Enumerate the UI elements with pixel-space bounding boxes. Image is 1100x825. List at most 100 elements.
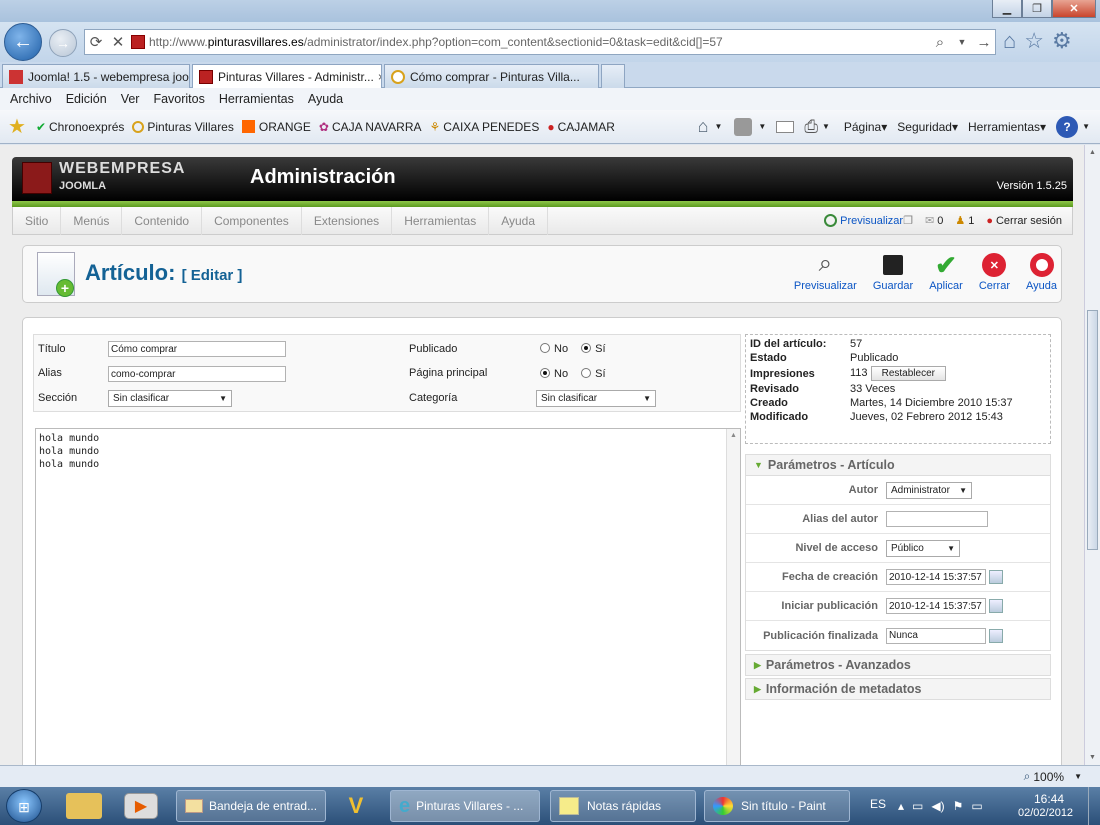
menu-favoritos[interactable]: Favoritos bbox=[153, 92, 204, 106]
alias-input[interactable] bbox=[108, 366, 286, 382]
iniciar-publicacion-input[interactable] bbox=[886, 598, 986, 614]
search-icon[interactable]: ⌕ bbox=[929, 34, 951, 51]
gear-icon[interactable]: ⚙ bbox=[1052, 28, 1072, 54]
preview-link[interactable]: Previsualizar bbox=[840, 215, 903, 227]
admin-menu-herramientas[interactable]: Herramientas bbox=[392, 206, 490, 235]
publicado-si-radio[interactable] bbox=[581, 343, 592, 353]
taskbar-item-ie[interactable]: e Pinturas Villares - ... bbox=[390, 790, 540, 822]
favorite-caixa-penedes[interactable]: ⚘ CAIXA PENEDES bbox=[430, 120, 540, 134]
chevron-down-icon[interactable]: ▼ bbox=[714, 122, 722, 131]
params-article-header[interactable]: ▼ Parámetros - Artículo bbox=[745, 454, 1051, 476]
go-arrow-icon[interactable]: → bbox=[973, 34, 995, 51]
chevron-up-icon[interactable]: ▴ bbox=[898, 799, 904, 813]
zoom-control[interactable]: ⌕ 100% ▼ bbox=[1024, 769, 1082, 784]
pagina-principal-no-radio[interactable] bbox=[540, 368, 550, 378]
toolbar-apply-button[interactable]: ✔ Aplicar bbox=[929, 250, 963, 292]
calendar-icon[interactable] bbox=[989, 570, 1003, 584]
chevron-down-icon[interactable]: ▼ bbox=[1082, 122, 1090, 131]
new-tab-button[interactable] bbox=[601, 64, 625, 88]
publicado-no-radio[interactable] bbox=[540, 343, 550, 353]
toolbar-help-button[interactable]: Ayuda bbox=[1026, 250, 1057, 292]
maximize-button[interactable]: ❐ bbox=[1022, 0, 1052, 18]
seccion-select[interactable]: Sin clasificar ▼ bbox=[108, 390, 232, 407]
start-button[interactable]: ⊞ bbox=[6, 789, 42, 823]
browser-tab-joomla[interactable]: Joomla! 1.5 - webempresa joo... bbox=[2, 64, 190, 88]
toolbar-close-button[interactable]: ✕ Cerrar bbox=[979, 250, 1010, 292]
app-logo-icon[interactable]: V bbox=[338, 793, 374, 819]
rss-feed-icon[interactable] bbox=[734, 117, 753, 136]
close-window-button[interactable]: ✕ bbox=[1052, 0, 1096, 18]
chevron-down-icon[interactable]: ▼ bbox=[1089, 754, 1096, 761]
back-button[interactable]: ← bbox=[4, 23, 42, 61]
menu-herramientas[interactable]: Herramientas bbox=[219, 92, 294, 106]
favorite-chronoexpres[interactable]: ✔ Chronoexprés bbox=[36, 120, 124, 134]
clock-time[interactable]: 16:44 bbox=[1034, 792, 1064, 806]
favorites-star-icon[interactable]: ★ bbox=[8, 114, 26, 139]
toolbar-preview-button[interactable]: ⌕ Previsualizar bbox=[794, 250, 857, 292]
address-url[interactable]: http://www.pinturasvillares.es/administr… bbox=[149, 35, 723, 49]
clock-date[interactable]: 02/02/2012 bbox=[1018, 807, 1073, 819]
users-count[interactable]: 1 bbox=[968, 215, 974, 227]
command-seguridad[interactable]: Seguridad ▾ bbox=[897, 120, 958, 134]
chevron-down-icon[interactable]: ▼ bbox=[951, 37, 973, 47]
menu-edicion[interactable]: Edición bbox=[66, 92, 107, 106]
publicacion-finalizada-input[interactable] bbox=[886, 627, 986, 644]
home-icon[interactable]: ⌂ bbox=[1003, 28, 1016, 54]
network-icon[interactable]: ▭ bbox=[912, 799, 923, 813]
fecha-creacion-input[interactable] bbox=[886, 569, 986, 585]
admin-menu-ayuda[interactable]: Ayuda bbox=[489, 206, 549, 235]
monitor-icon[interactable]: ▭ bbox=[971, 799, 982, 813]
media-player-icon[interactable]: ▶ bbox=[124, 793, 158, 819]
categoria-select[interactable]: Sin clasificar ▼ bbox=[536, 390, 656, 407]
admin-menu-extensiones[interactable]: Extensiones bbox=[302, 206, 393, 235]
reset-hits-button[interactable]: Restablecer bbox=[870, 366, 946, 381]
logout-link[interactable]: Cerrar sesión bbox=[996, 215, 1062, 227]
autor-select[interactable]: Administrator ▼ bbox=[886, 481, 972, 499]
command-pagina[interactable]: Página ▾ bbox=[844, 120, 887, 134]
favorite-caja-navarra[interactable]: ✿ CAJA NAVARRA bbox=[319, 120, 422, 134]
close-tab-icon[interactable]: × bbox=[378, 70, 381, 84]
mail-icon[interactable] bbox=[776, 120, 795, 133]
params-advanced-header[interactable]: ▶ Parámetros - Avanzados bbox=[745, 654, 1051, 676]
explorer-folder-icon[interactable] bbox=[66, 793, 102, 819]
favorite-pinturas-villares[interactable]: Pinturas Villares bbox=[132, 120, 234, 134]
command-herramientas[interactable]: Herramientas ▾ bbox=[968, 120, 1046, 134]
forward-button[interactable]: → bbox=[49, 29, 77, 57]
chevron-down-icon[interactable]: ▼ bbox=[822, 122, 830, 131]
alias-autor-input[interactable] bbox=[886, 511, 988, 527]
help-icon[interactable]: ? bbox=[1056, 115, 1079, 138]
params-metadata-header[interactable]: ▶ Información de metadatos bbox=[745, 678, 1051, 700]
calendar-icon[interactable] bbox=[989, 628, 1003, 643]
article-editor[interactable]: hola mundo hola mundo hola mundo ▲ bbox=[35, 428, 741, 765]
favorites-star-icon[interactable]: ☆ bbox=[1024, 28, 1044, 54]
editor-scrollbar[interactable]: ▲ bbox=[726, 429, 740, 765]
print-icon[interactable]: ⎙ bbox=[804, 117, 818, 137]
address-bar[interactable]: ⟳ ✕ http://www.pinturasvillares.es/admin… bbox=[84, 29, 996, 55]
favorite-cajamar[interactable]: ● CAJAMAR bbox=[547, 120, 615, 134]
show-desktop-button[interactable] bbox=[1088, 787, 1100, 825]
minimize-button[interactable]: ▁ bbox=[992, 0, 1022, 18]
taskbar-item-paint[interactable]: Sin título - Paint bbox=[704, 790, 850, 822]
admin-menu-sitio[interactable]: Sitio bbox=[13, 206, 62, 235]
page-scrollbar[interactable]: ▲ ▼ bbox=[1084, 145, 1100, 765]
scrollbar-thumb[interactable] bbox=[1087, 310, 1098, 550]
toolbar-save-button[interactable]: Guardar bbox=[873, 250, 913, 292]
flag-icon[interactable]: ⚑ bbox=[953, 799, 964, 813]
language-indicator[interactable]: ES bbox=[870, 797, 886, 811]
menu-ver[interactable]: Ver bbox=[121, 92, 140, 106]
chevron-down-icon[interactable]: ▼ bbox=[758, 122, 766, 131]
taskbar-item-mail[interactable]: Bandeja de entrad... bbox=[176, 790, 326, 822]
home-icon[interactable]: ⌂ bbox=[698, 116, 709, 137]
calendar-icon[interactable] bbox=[989, 599, 1003, 613]
admin-menu-menus[interactable]: Menús bbox=[61, 206, 123, 235]
titulo-input[interactable] bbox=[108, 341, 286, 357]
refresh-icon[interactable]: ⟳ bbox=[85, 33, 107, 51]
menu-ayuda[interactable]: Ayuda bbox=[308, 92, 343, 106]
volume-icon[interactable]: ◀) bbox=[931, 799, 944, 813]
menu-archivo[interactable]: Archivo bbox=[10, 92, 52, 106]
admin-menu-contenido[interactable]: Contenido bbox=[122, 206, 203, 235]
admin-menu-componentes[interactable]: Componentes bbox=[202, 206, 302, 235]
taskbar-item-notes[interactable]: Notas rápidas bbox=[550, 790, 696, 822]
messages-count[interactable]: 0 bbox=[937, 215, 943, 227]
pagina-principal-si-radio[interactable] bbox=[581, 368, 592, 378]
